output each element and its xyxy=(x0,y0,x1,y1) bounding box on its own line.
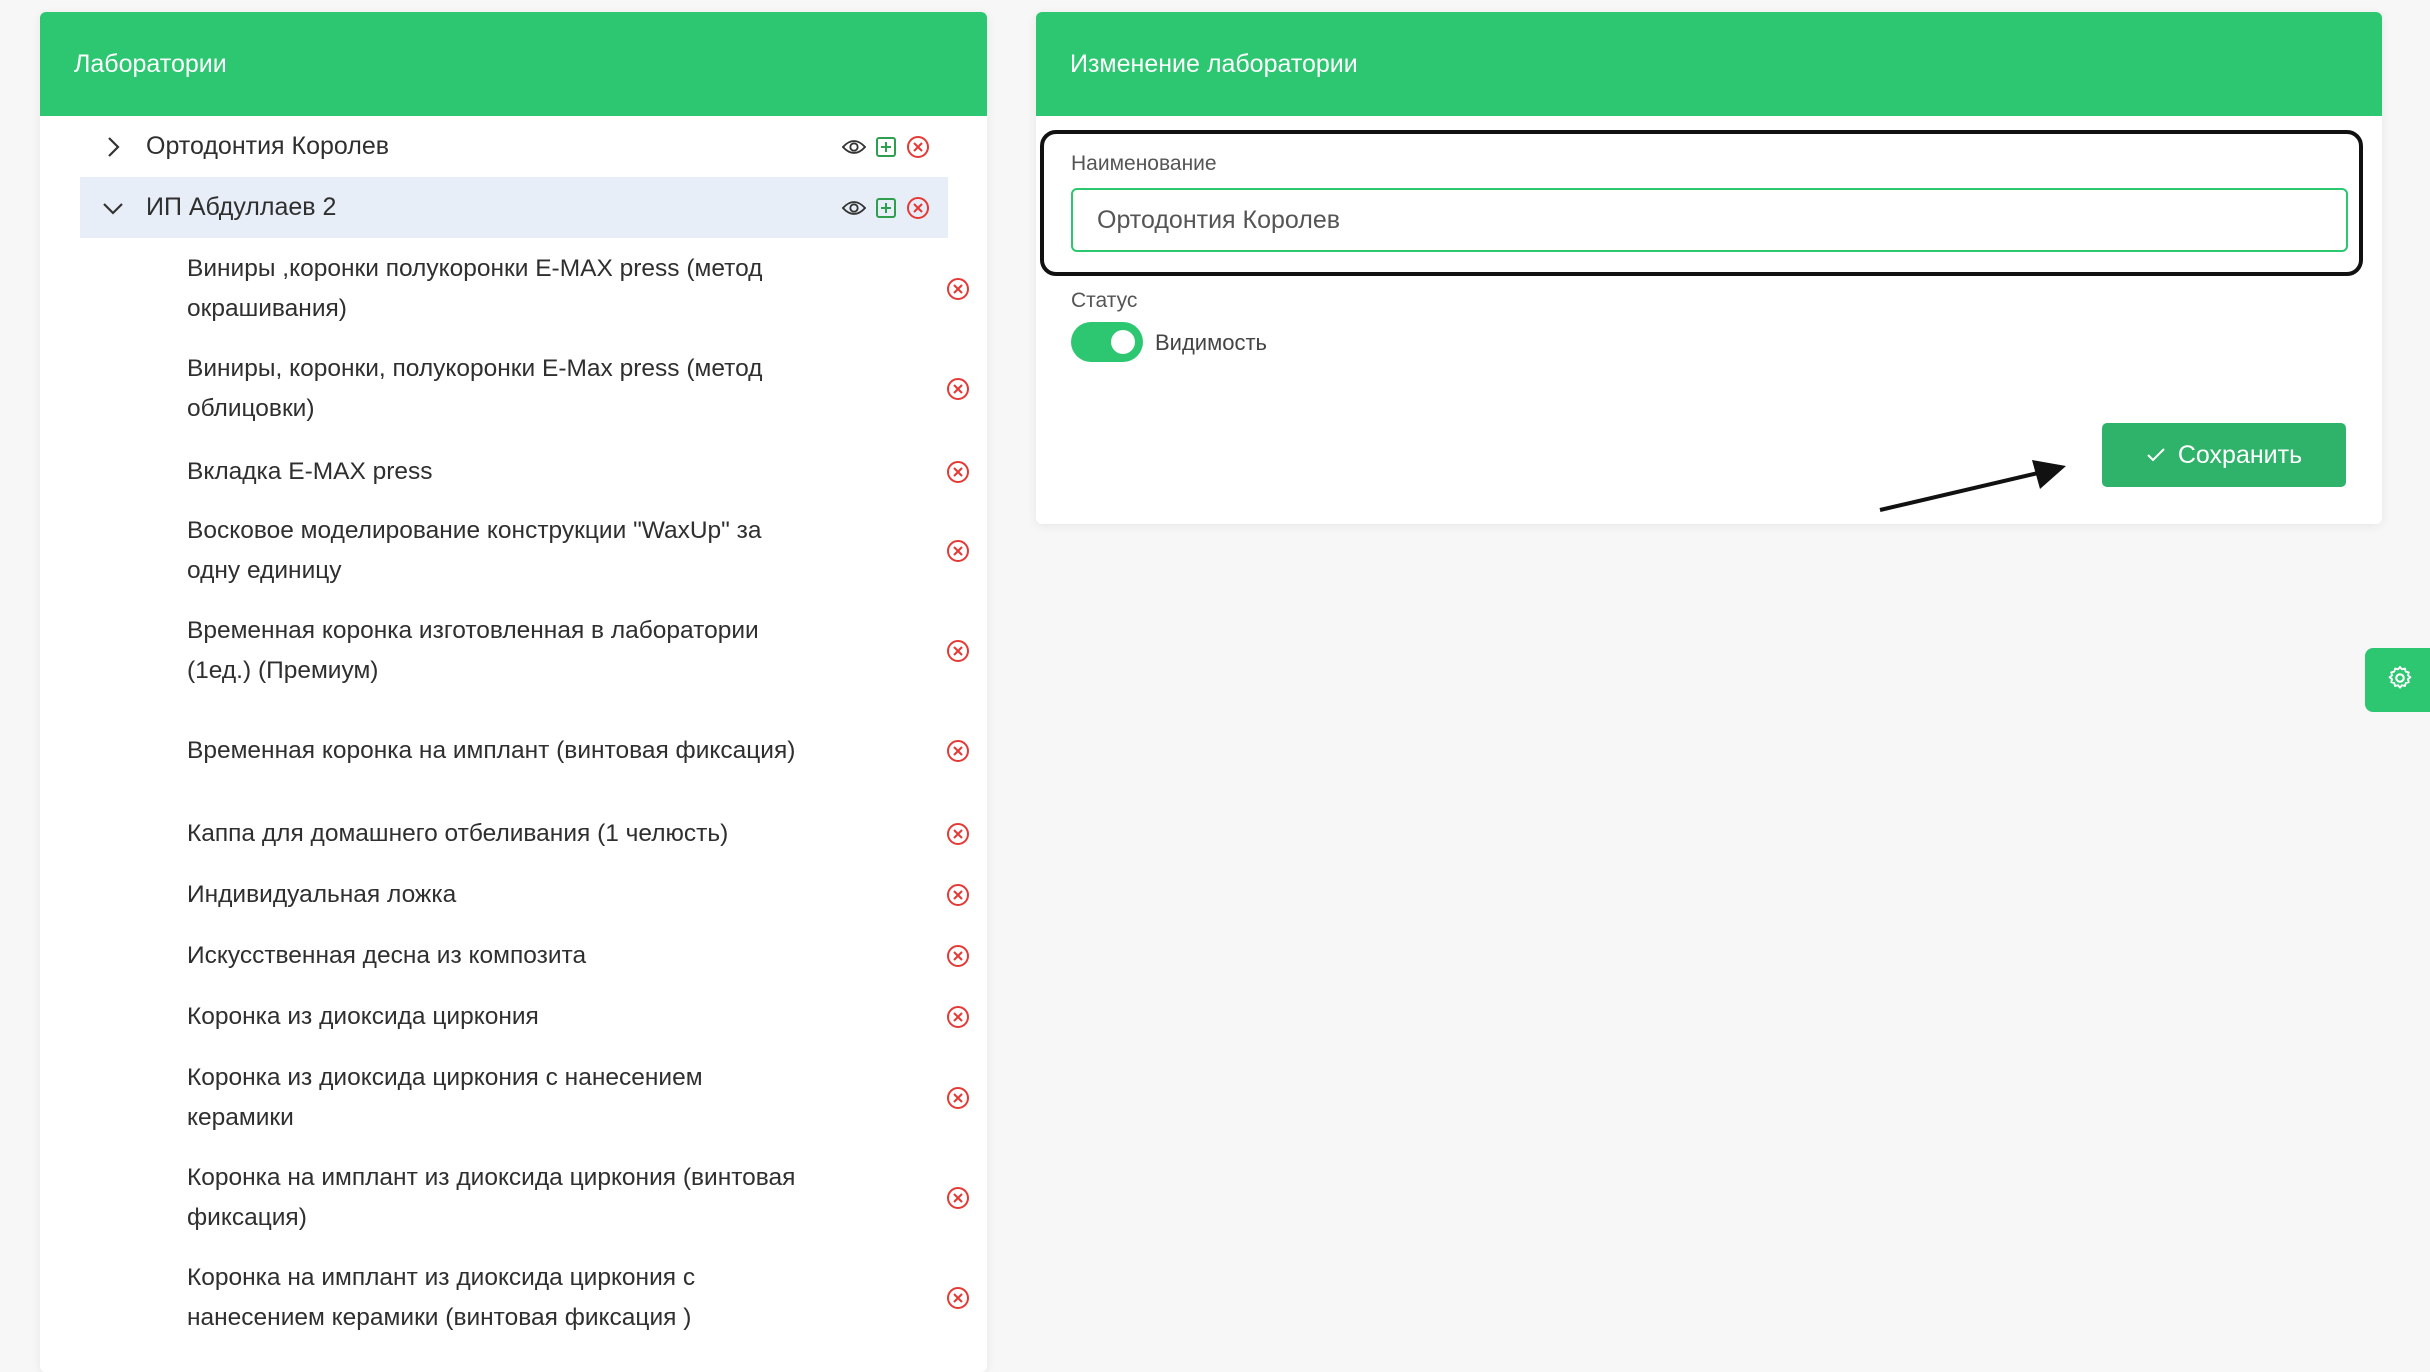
close-circle-icon[interactable] xyxy=(945,538,971,564)
tree-child-item[interactable]: Коронка из диоксида циркония xyxy=(187,997,977,1037)
save-button[interactable]: Сохранить xyxy=(2102,423,2346,487)
visibility-toggle[interactable] xyxy=(1071,322,1143,362)
tree-child-label: Виниры, коронки, полукоронки E-Max press… xyxy=(187,355,763,422)
close-circle-icon[interactable] xyxy=(906,135,930,159)
tree-item-ortodontiya-korolev[interactable]: Ортодонтия Королев xyxy=(80,116,948,177)
gear-icon xyxy=(2386,664,2414,697)
eye-icon[interactable] xyxy=(842,196,866,220)
close-circle-icon[interactable] xyxy=(906,196,930,220)
tree-child-item[interactable]: Индивидуальная ложка xyxy=(187,875,977,915)
tree-child-label: Восковое моделирование конструкции "WaxU… xyxy=(187,517,762,584)
tree-child-item[interactable]: Восковое моделирование конструкции "WaxU… xyxy=(187,511,977,591)
tree-child-label: Искусственная десна из композита xyxy=(187,942,587,969)
tree-child-label: Виниры ,коронки полукоронки E-MAX press … xyxy=(187,255,763,322)
chevron-right-icon[interactable] xyxy=(80,135,146,159)
tree-child-item[interactable]: Вкладка E-MAX press xyxy=(187,452,977,492)
edit-laboratory-panel: Изменение лаборатории Наименование Стату… xyxy=(1036,12,2382,524)
tree-item-label: ИП Абдуллаев 2 xyxy=(146,193,337,221)
close-circle-icon[interactable] xyxy=(945,738,971,764)
tree-child-label: Вкладка E-MAX press xyxy=(187,458,433,485)
tree-child-item[interactable]: Коронка на имплант из диоксида циркония … xyxy=(187,1158,977,1238)
close-circle-icon[interactable] xyxy=(945,638,971,664)
tree-child-item[interactable]: Каппа для домашнего отбеливания (1 челюс… xyxy=(187,814,977,854)
chevron-down-icon[interactable] xyxy=(80,200,146,216)
toggle-knob xyxy=(1111,330,1135,354)
name-input[interactable] xyxy=(1071,188,2348,252)
close-circle-icon[interactable] xyxy=(945,376,971,402)
tree-item-label: Ортодонтия Королев xyxy=(146,132,390,160)
eye-icon[interactable] xyxy=(842,135,866,159)
laboratories-title: Лаборатории xyxy=(40,12,987,116)
tree-child-item[interactable]: Временная коронка на имплант (винтовая ф… xyxy=(187,711,977,791)
close-circle-icon[interactable] xyxy=(945,1185,971,1211)
annotation-arrow xyxy=(1879,460,2066,512)
tree-child-item[interactable]: Временная коронка изготовленная в лабора… xyxy=(187,611,977,691)
tree-child-item[interactable]: Коронка из диоксида циркония с нанесение… xyxy=(187,1058,977,1138)
close-circle-icon[interactable] xyxy=(945,1285,971,1311)
close-circle-icon[interactable] xyxy=(945,1004,971,1030)
tree-child-label: Коронка из диоксида циркония с нанесение… xyxy=(187,1064,703,1131)
close-circle-icon[interactable] xyxy=(945,1085,971,1111)
close-circle-icon[interactable] xyxy=(945,459,971,485)
tree-child-label: Индивидуальная ложка xyxy=(187,881,457,908)
close-circle-icon[interactable] xyxy=(945,821,971,847)
tree-child-item[interactable]: Виниры, коронки, полукоронки E-Max press… xyxy=(187,349,977,429)
tree-child-label: Каппа для домашнего отбеливания (1 челюс… xyxy=(187,820,729,847)
plus-square-icon[interactable] xyxy=(874,135,898,159)
close-circle-icon[interactable] xyxy=(945,943,971,969)
tree-child-item[interactable]: Искусственная десна из композита xyxy=(187,936,977,976)
edit-laboratory-title: Изменение лаборатории xyxy=(1036,12,2382,116)
name-label: Наименование xyxy=(1071,152,1217,175)
close-circle-icon[interactable] xyxy=(945,276,971,302)
laboratories-panel: Лаборатории Ортодонтия Королев ИП Абдулл… xyxy=(40,12,987,1372)
tree-child-label: Временная коронка на имплант (винтовая ф… xyxy=(187,737,796,764)
tree-item-ip-abdullaev-2[interactable]: ИП Абдуллаев 2 xyxy=(80,177,948,238)
tree-child-item[interactable]: Коронка на имплант из диоксида циркония … xyxy=(187,1258,977,1338)
status-label: Статус xyxy=(1071,289,1138,312)
save-button-label: Сохранить xyxy=(2177,440,2303,469)
tree-child-item[interactable]: Виниры ,коронки полукоронки E-MAX press … xyxy=(187,249,977,329)
check-icon xyxy=(2146,441,2166,470)
visibility-label: Видимость xyxy=(1155,330,1267,355)
tree-child-label: Коронка из диоксида циркония xyxy=(187,1003,539,1030)
tree-child-label: Временная коронка изготовленная в лабора… xyxy=(187,617,759,684)
tree-child-label: Коронка на имплант из диоксида циркония … xyxy=(187,1264,696,1331)
plus-square-icon[interactable] xyxy=(874,196,898,220)
tree-child-label: Коронка на имплант из диоксида циркония … xyxy=(187,1164,796,1231)
close-circle-icon[interactable] xyxy=(945,882,971,908)
settings-tab[interactable] xyxy=(2365,648,2430,712)
